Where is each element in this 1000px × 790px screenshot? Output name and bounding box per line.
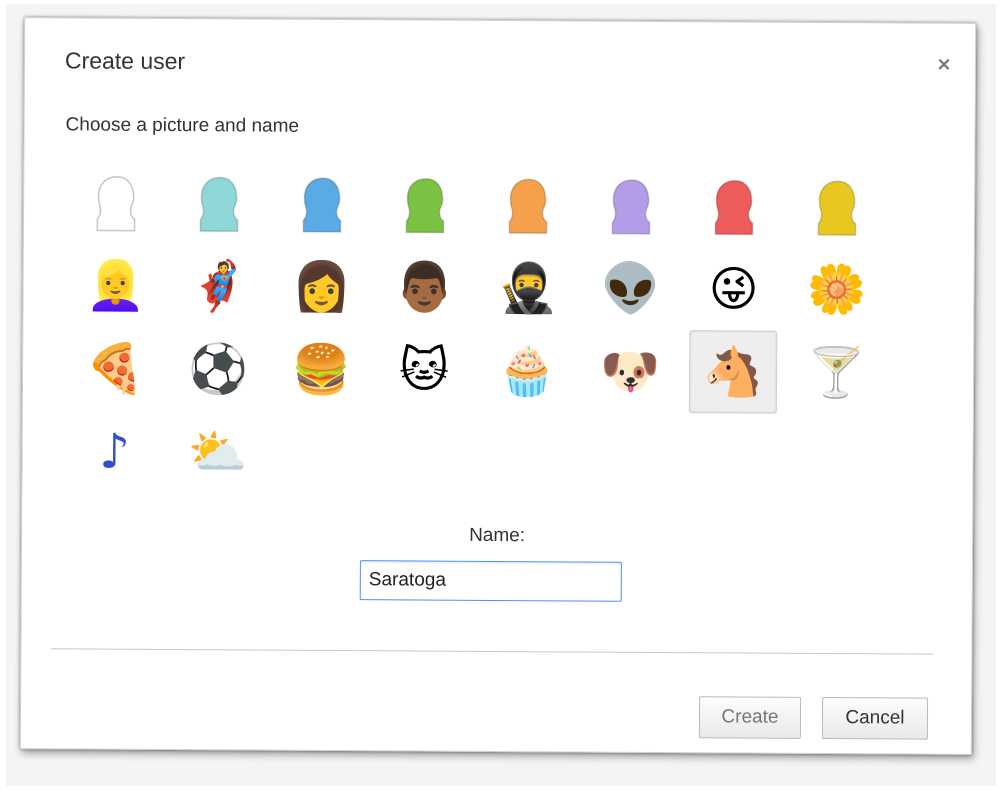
avatar-generic-white[interactable]: [72, 160, 161, 244]
avatar-generic-cyan-icon: [199, 176, 239, 232]
divider: [51, 648, 934, 655]
avatar-music-note[interactable]: ♪: [70, 409, 159, 493]
avatar-alien[interactable]: 👽: [586, 247, 675, 331]
avatar-generic-green-icon: [405, 177, 445, 233]
avatar-burger[interactable]: 🍔: [277, 328, 366, 412]
avatar-weather[interactable]: ⛅: [173, 410, 262, 494]
avatar-cupcake[interactable]: 🧁: [483, 329, 572, 413]
avatar-horse-icon: 🐴: [703, 343, 764, 401]
avatar-alien-icon: 👽: [600, 260, 661, 317]
name-label: Name:: [469, 524, 526, 547]
name-input[interactable]: [359, 560, 622, 602]
avatar-generic-yellow-icon: [817, 179, 857, 236]
avatar-woman-sunglasses-icon: 👩: [291, 258, 352, 315]
avatar-blonde-woman-icon: 👱‍♀️: [85, 256, 146, 314]
avatar-generic-purple-icon: [611, 178, 651, 235]
cancel-button[interactable]: Cancel: [821, 696, 929, 740]
avatar-horse[interactable]: 🐴: [688, 330, 778, 414]
avatar-generic-orange-icon: [508, 178, 548, 234]
avatar-blonde-woman[interactable]: 👱‍♀️: [71, 243, 160, 327]
avatar-generic-blue-icon: [302, 176, 342, 233]
avatar-flower[interactable]: 🌼: [792, 248, 881, 332]
avatar-generic-yellow[interactable]: [793, 165, 882, 249]
avatar-smiley-icon: 😜: [708, 260, 759, 318]
avatar-ninja[interactable]: 🥷: [483, 246, 572, 330]
avatar-weather-icon: ⛅: [187, 423, 248, 480]
avatar-generic-green[interactable]: [381, 162, 470, 246]
avatar-generic-purple[interactable]: [587, 164, 676, 248]
avatar-generic-red[interactable]: [690, 164, 779, 248]
avatar-woman-sunglasses[interactable]: 👩: [277, 245, 366, 329]
avatar-superhero[interactable]: 🦸: [174, 244, 263, 328]
avatar-businessman-icon: 👨🏾: [394, 258, 455, 316]
avatar-dog-icon: 🐶: [600, 343, 661, 400]
avatar-generic-red-icon: [714, 179, 754, 235]
avatar-flower-icon: 🌼: [806, 261, 867, 318]
avatar-businessman[interactable]: 👨🏾: [380, 245, 469, 329]
avatar-smiley[interactable]: 😜: [689, 247, 778, 331]
close-icon[interactable]: ×: [931, 52, 957, 78]
avatar-soccer-ball[interactable]: ⚽: [174, 327, 263, 411]
avatar-grid: 👱‍♀️ 🦸 👩 👨🏾 🥷 👽 😜 🌼 🍕 ⚽ 🍔 🐱 🧁 🐶 🐴 🍸 ♪ ⛅: [70, 160, 881, 497]
avatar-music-note-icon: ♪: [99, 423, 131, 480]
avatar-cocktail[interactable]: 🍸: [792, 331, 881, 415]
avatar-generic-cyan[interactable]: [175, 161, 264, 245]
avatar-pizza-icon: 🍕: [85, 339, 146, 397]
avatar-superhero-icon: 🦸: [188, 257, 249, 314]
dialog-title: Create user: [64, 47, 186, 75]
create-button[interactable]: Create: [698, 696, 802, 739]
avatar-burger-icon: 🍔: [291, 341, 352, 398]
avatar-generic-white-icon: [96, 175, 136, 231]
avatar-cupcake-icon: 🧁: [497, 342, 558, 399]
picture-name-subtitle: Choose a picture and name: [65, 114, 300, 137]
create-user-dialog: Create user × Choose a picture and name …: [19, 17, 977, 755]
avatar-generic-orange[interactable]: [484, 163, 573, 247]
avatar-cocktail-icon: 🍸: [806, 344, 867, 401]
avatar-soccer-ball-icon: ⚽: [188, 340, 249, 397]
avatar-ninja-icon: 🥷: [497, 259, 558, 316]
avatar-cat-icon: 🐱: [398, 341, 450, 399]
avatar-pizza[interactable]: 🍕: [71, 326, 160, 410]
avatar-dog[interactable]: 🐶: [586, 330, 675, 414]
avatar-generic-blue[interactable]: [278, 162, 367, 246]
avatar-cat[interactable]: 🐱: [380, 328, 469, 412]
